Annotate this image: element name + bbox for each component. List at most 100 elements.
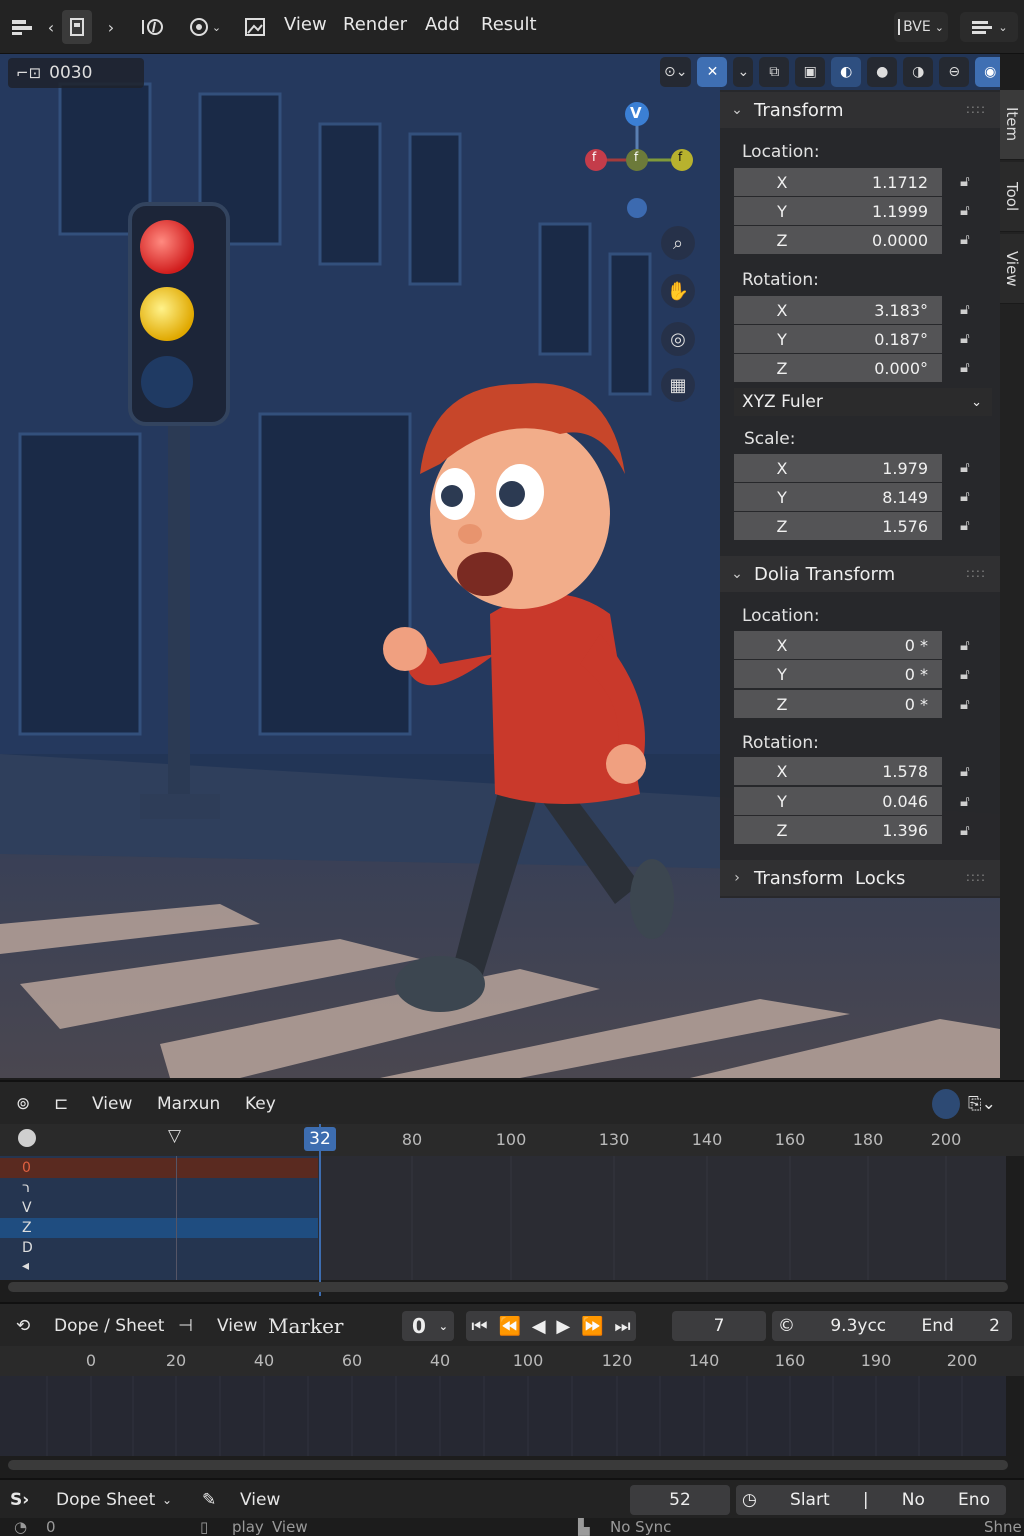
menu-view[interactable]: View <box>284 14 327 35</box>
shading-material-icon[interactable]: ◑ <box>903 57 934 87</box>
dopesheet-menu-marker[interactable]: Marker <box>268 1311 343 1341</box>
clip-icon[interactable]: ⊏ <box>54 1089 68 1119</box>
dopesheet-menu-view[interactable]: View <box>217 1311 257 1341</box>
channel-row[interactable]: ר <box>0 1178 318 1198</box>
jump-end-icon[interactable]: ⏭ <box>614 1316 630 1337</box>
pivot-icon[interactable]: ⊙⌄ <box>660 57 692 87</box>
location-z-field[interactable]: Z 0.0000 <box>734 226 942 254</box>
keyframe-icon[interactable]: ⊣ <box>178 1311 193 1341</box>
next-keyframe-icon[interactable]: ⏩ <box>581 1316 603 1337</box>
lock-icon[interactable]: 🔓︎ <box>960 201 984 223</box>
channel-row[interactable]: Z <box>0 1218 318 1238</box>
timeline-editor-icon[interactable]: ⊚ <box>16 1089 30 1119</box>
lock-icon[interactable]: 🔓︎ <box>960 792 984 814</box>
camera-view-icon[interactable]: ◎ <box>661 322 695 356</box>
lock-icon[interactable]: 🔓︎ <box>960 516 984 538</box>
scale-y-field[interactable]: Y 8.149 <box>734 483 942 511</box>
render-engine-dropdown[interactable]: BVE ⌄ <box>894 12 948 42</box>
channel-row[interactable]: V <box>0 1198 318 1218</box>
brush-icon[interactable]: ✎ <box>202 1485 216 1515</box>
transform-locks-panel-header[interactable]: › Transform Locks :::: <box>720 860 1000 896</box>
channel-row[interactable]: ◂ <box>0 1256 318 1276</box>
lock-icon[interactable]: 🔓︎ <box>960 762 984 784</box>
lock-icon[interactable]: 🔓︎ <box>960 358 984 380</box>
bottom-range-field[interactable]: ◷ Slart | No Eno <box>736 1485 1006 1515</box>
perspective-grid-icon[interactable]: ▦ <box>661 368 695 402</box>
dopesheet-area[interactable] <box>0 1376 1006 1456</box>
timeline-menu-view[interactable]: View <box>92 1089 132 1119</box>
frame-time-icon[interactable] <box>138 10 168 44</box>
rotation-z-field[interactable]: Z 0.000° <box>734 354 942 382</box>
clipboard-icon[interactable]: ⎘⌄ <box>968 1089 996 1119</box>
transform-gizmo-icon[interactable]: ✕ <box>697 57 728 87</box>
delta-transform-panel-header[interactable]: ⌄ Dolia Transform :::: <box>720 556 1000 592</box>
shading-active-icon[interactable]: ◉ <box>975 57 1000 87</box>
pan-hand-icon[interactable]: ✋ <box>661 274 695 308</box>
scale-z-field[interactable]: Z 1.576 <box>734 512 942 540</box>
menu-result[interactable]: Result <box>481 14 537 35</box>
dopesheet-mode-label[interactable]: Dope / Sheet <box>54 1311 164 1341</box>
gizmo-dropdown-icon[interactable]: ⌄ <box>733 57 754 87</box>
keying-icon[interactable] <box>18 1129 36 1147</box>
delta-rotation-x-field[interactable]: X 1.578 <box>734 757 942 785</box>
lock-icon[interactable]: 🔓︎ <box>960 636 984 658</box>
drag-grip-icon[interactable]: :::: <box>966 870 986 884</box>
dopesheet-scrollbar[interactable] <box>8 1460 1008 1470</box>
bottom-frame-field[interactable]: 52 <box>630 1485 730 1515</box>
editor-switch-icon[interactable]: S› <box>10 1485 29 1515</box>
frame-indicator[interactable]: ⌐⊡ 0030 <box>8 58 144 88</box>
tab-item[interactable]: Item <box>1000 90 1024 160</box>
dopesheet-ruler[interactable]: 0 20 40 60 40 100 120 140 160 190 200 <box>0 1346 1024 1376</box>
timeline-scrollbar[interactable] <box>8 1282 1008 1292</box>
display-mode-icon[interactable]: ⌄ <box>184 10 226 44</box>
timeline-ruler[interactable]: ▽ 32 80 100 130 140 160 180 200 <box>0 1124 1024 1156</box>
zoom-icon[interactable]: ⌕ <box>661 226 695 260</box>
lock-icon[interactable]: 🔓︎ <box>960 487 984 509</box>
timeline-menu-marker[interactable]: Marxun <box>157 1089 220 1119</box>
channel-row[interactable]: 0 <box>0 1158 318 1178</box>
current-frame-field[interactable]: 7 <box>672 1311 766 1341</box>
lock-icon[interactable]: 🔓︎ <box>960 300 984 322</box>
lock-icon[interactable]: 🔓︎ <box>960 665 984 687</box>
rotation-y-field[interactable]: Y 0.187° <box>734 325 942 353</box>
lock-icon[interactable]: 🔓︎ <box>960 329 984 351</box>
prev-keyframe-icon[interactable]: ⏪ <box>498 1316 520 1337</box>
delta-rotation-z-field[interactable]: Z 1.396 <box>734 816 942 844</box>
tab-tool[interactable]: Tool <box>1000 162 1024 232</box>
play-reverse-icon[interactable]: ◀ <box>532 1316 546 1337</box>
bottom-menu-view[interactable]: View <box>240 1485 280 1515</box>
playhead[interactable] <box>319 1124 321 1296</box>
bottom-editor-label[interactable]: Dope Sheet <box>56 1485 155 1515</box>
timeline-channels[interactable]: 0 ר V Z D ◂ <box>0 1124 1006 1296</box>
delta-rotation-y-field[interactable]: Y 0.046 <box>734 787 942 815</box>
menu-add[interactable]: Add <box>425 14 460 35</box>
view-layer-dropdown[interactable]: ⌄ <box>960 12 1018 42</box>
play-icon[interactable]: ▶ <box>556 1316 570 1337</box>
xray-icon[interactable]: ▣ <box>795 57 826 87</box>
tab-view[interactable]: View <box>1000 234 1024 304</box>
channel-row[interactable]: D <box>0 1238 318 1258</box>
overlay-icon[interactable]: ⧉ <box>759 57 790 87</box>
delta-location-x-field[interactable]: X 0 * <box>734 631 942 659</box>
timeline-menu-key[interactable]: Key <box>245 1089 276 1119</box>
lock-icon[interactable]: 🔓︎ <box>960 695 984 717</box>
dopesheet-editor-icon[interactable]: ⟲ <box>16 1311 30 1341</box>
delta-location-y-field[interactable]: Y 0 * <box>734 660 942 688</box>
editor-type-icon[interactable] <box>8 10 36 44</box>
location-x-field[interactable]: X 1.1712 <box>734 168 942 196</box>
frame-value-field[interactable]: 0 ⌄ <box>402 1311 454 1341</box>
transform-panel-header[interactable]: ⌄ Transform :::: <box>720 92 1000 128</box>
frame-range-field[interactable]: © 9.3ycc End 2 <box>772 1311 1012 1341</box>
delta-location-z-field[interactable]: Z 0 * <box>734 690 942 718</box>
shading-rendered-icon[interactable]: ⊖ <box>939 57 970 87</box>
rotation-mode-dropdown[interactable]: XYZ Fuler ⌄ <box>734 388 992 416</box>
chevron-right-icon[interactable]: › <box>102 10 120 44</box>
scale-x-field[interactable]: X 1.979 <box>734 454 942 482</box>
image-slot-icon[interactable] <box>62 10 92 44</box>
chevron-left-icon[interactable]: ‹ <box>42 10 60 44</box>
rotation-x-field[interactable]: X 3.183° <box>734 296 942 324</box>
chevron-down-icon[interactable]: ⌄ <box>162 1485 172 1515</box>
drag-grip-icon[interactable]: :::: <box>966 102 986 116</box>
lock-icon[interactable]: 🔓︎ <box>960 172 984 194</box>
lock-icon[interactable]: 🔓︎ <box>960 821 984 843</box>
